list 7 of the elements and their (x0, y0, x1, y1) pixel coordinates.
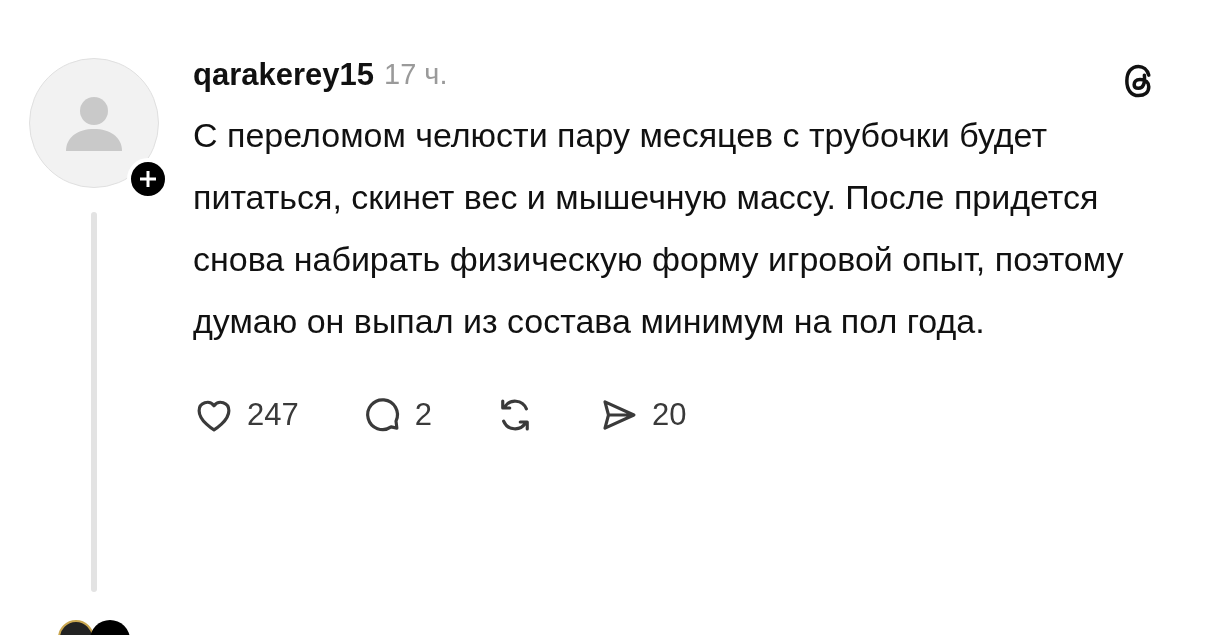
reply-button[interactable]: 2 (360, 392, 432, 439)
share-button[interactable]: 20 (598, 392, 687, 439)
post-time: 17 ч. (384, 57, 448, 93)
plus-icon (138, 170, 157, 188)
username-link[interactable]: qarakerey15 (193, 51, 374, 99)
post-text: С переломом челюсти пару месяцев с трубочки будет питаться, скинет вес и мышечную массу. После придется снова набирать физическую форму игровой опыт, поэтому думаю он выпал из состава минимум на пол года. (193, 115, 1125, 342)
like-button[interactable]: 247 (193, 392, 299, 439)
